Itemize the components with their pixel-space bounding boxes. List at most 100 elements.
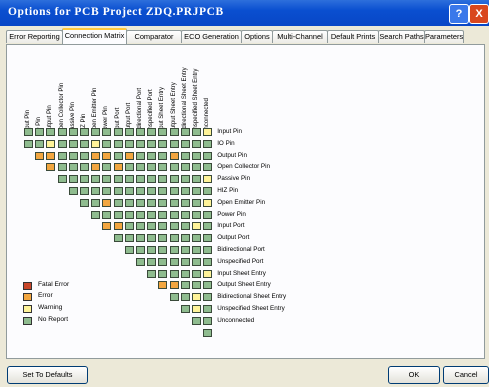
matrix-cell[interactable] [147, 187, 157, 195]
matrix-cell[interactable] [158, 281, 168, 290]
matrix-cell[interactable] [91, 210, 101, 219]
matrix-cell[interactable] [158, 139, 168, 148]
matrix-cell[interactable] [136, 187, 145, 195]
matrix-cell[interactable] [180, 151, 190, 160]
matrix-cell[interactable] [169, 210, 179, 219]
matrix-cell[interactable] [102, 175, 112, 184]
matrix-cell[interactable] [180, 293, 190, 302]
matrix-cell[interactable] [180, 269, 190, 278]
matrix-cell[interactable] [57, 151, 67, 160]
matrix-cell[interactable] [203, 222, 213, 231]
matrix-cell[interactable] [124, 163, 134, 172]
matrix-cell[interactable] [57, 139, 67, 148]
matrix-cell[interactable] [136, 198, 145, 207]
matrix-cell[interactable] [136, 128, 145, 136]
matrix-cell[interactable] [158, 222, 168, 231]
matrix-cell[interactable] [136, 175, 145, 184]
matrix-cell[interactable] [203, 281, 213, 290]
matrix-cell[interactable] [203, 175, 213, 184]
matrix-cell[interactable] [80, 151, 89, 160]
matrix-cell[interactable] [203, 139, 213, 148]
matrix-cell[interactable] [80, 198, 89, 207]
matrix-cell[interactable] [147, 210, 157, 219]
matrix-cell[interactable] [158, 246, 168, 254]
matrix-cell[interactable] [57, 163, 67, 172]
matrix-cell[interactable] [169, 128, 179, 136]
matrix-cell[interactable] [68, 139, 78, 148]
matrix-cell[interactable] [203, 151, 213, 160]
matrix-cell[interactable] [203, 234, 213, 243]
matrix-cell[interactable] [147, 175, 157, 184]
matrix-cell[interactable] [192, 246, 201, 254]
matrix-cell[interactable] [91, 139, 101, 148]
matrix-cell[interactable] [180, 163, 190, 172]
matrix-cell[interactable] [147, 151, 157, 160]
matrix-cell[interactable] [113, 210, 123, 219]
matrix-cell[interactable] [180, 257, 190, 266]
matrix-cell[interactable] [46, 163, 56, 172]
set-to-defaults-button[interactable]: Set To Defaults [7, 366, 88, 384]
matrix-cell[interactable] [192, 281, 201, 290]
matrix-cell[interactable] [91, 187, 101, 195]
matrix-cell[interactable] [169, 175, 179, 184]
matrix-cell[interactable] [192, 151, 201, 160]
matrix-cell[interactable] [113, 187, 123, 195]
matrix-cell[interactable] [192, 163, 201, 172]
matrix-cell[interactable] [46, 128, 56, 136]
matrix-cell[interactable] [91, 151, 101, 160]
matrix-cell[interactable] [147, 198, 157, 207]
matrix-cell[interactable] [68, 187, 78, 195]
matrix-cell[interactable] [124, 234, 134, 243]
matrix-cell[interactable] [180, 128, 190, 136]
matrix-cell[interactable] [192, 139, 201, 148]
matrix-cell[interactable] [147, 246, 157, 254]
matrix-cell[interactable] [113, 128, 123, 136]
matrix-cell[interactable] [192, 210, 201, 219]
matrix-cell[interactable] [192, 128, 201, 136]
matrix-cell[interactable] [147, 269, 157, 278]
matrix-cell[interactable] [68, 163, 78, 172]
matrix-cell[interactable] [192, 316, 201, 325]
matrix-cell[interactable] [180, 198, 190, 207]
matrix-cell[interactable] [203, 246, 213, 254]
matrix-cell[interactable] [113, 139, 123, 148]
tab-default-prints[interactable]: Default Prints [327, 30, 379, 43]
matrix-cell[interactable] [180, 246, 190, 254]
matrix-cell[interactable] [203, 198, 213, 207]
matrix-cell[interactable] [180, 222, 190, 231]
matrix-cell[interactable] [169, 187, 179, 195]
tab-eco-generation[interactable]: ECO Generation [181, 30, 242, 43]
matrix-cell[interactable] [147, 257, 157, 266]
matrix-cell[interactable] [102, 187, 112, 195]
matrix-cell[interactable] [192, 293, 201, 302]
matrix-cell[interactable] [102, 163, 112, 172]
matrix-cell[interactable] [192, 234, 201, 243]
matrix-cell[interactable] [180, 234, 190, 243]
matrix-cell[interactable] [147, 139, 157, 148]
matrix-cell[interactable] [102, 128, 112, 136]
matrix-cell[interactable] [136, 246, 145, 254]
matrix-cell[interactable] [24, 139, 33, 148]
matrix-cell[interactable] [68, 128, 78, 136]
matrix-cell[interactable] [80, 128, 89, 136]
tab-options[interactable]: Options [241, 30, 273, 43]
matrix-cell[interactable] [91, 198, 101, 207]
matrix-cell[interactable] [158, 175, 168, 184]
tab-search-paths[interactable]: Search Paths [378, 30, 425, 43]
matrix-cell[interactable] [158, 163, 168, 172]
matrix-cell[interactable] [124, 198, 134, 207]
matrix-cell[interactable] [102, 139, 112, 148]
matrix-cell[interactable] [180, 281, 190, 290]
matrix-cell[interactable] [192, 198, 201, 207]
matrix-cell[interactable] [180, 175, 190, 184]
matrix-cell[interactable] [180, 210, 190, 219]
matrix-cell[interactable] [158, 234, 168, 243]
matrix-cell[interactable] [102, 222, 112, 231]
matrix-cell[interactable] [169, 222, 179, 231]
matrix-cell[interactable] [102, 198, 112, 207]
matrix-cell[interactable] [68, 151, 78, 160]
matrix-cell[interactable] [169, 151, 179, 160]
matrix-cell[interactable] [147, 222, 157, 231]
matrix-cell[interactable] [158, 198, 168, 207]
matrix-cell[interactable] [102, 210, 112, 219]
